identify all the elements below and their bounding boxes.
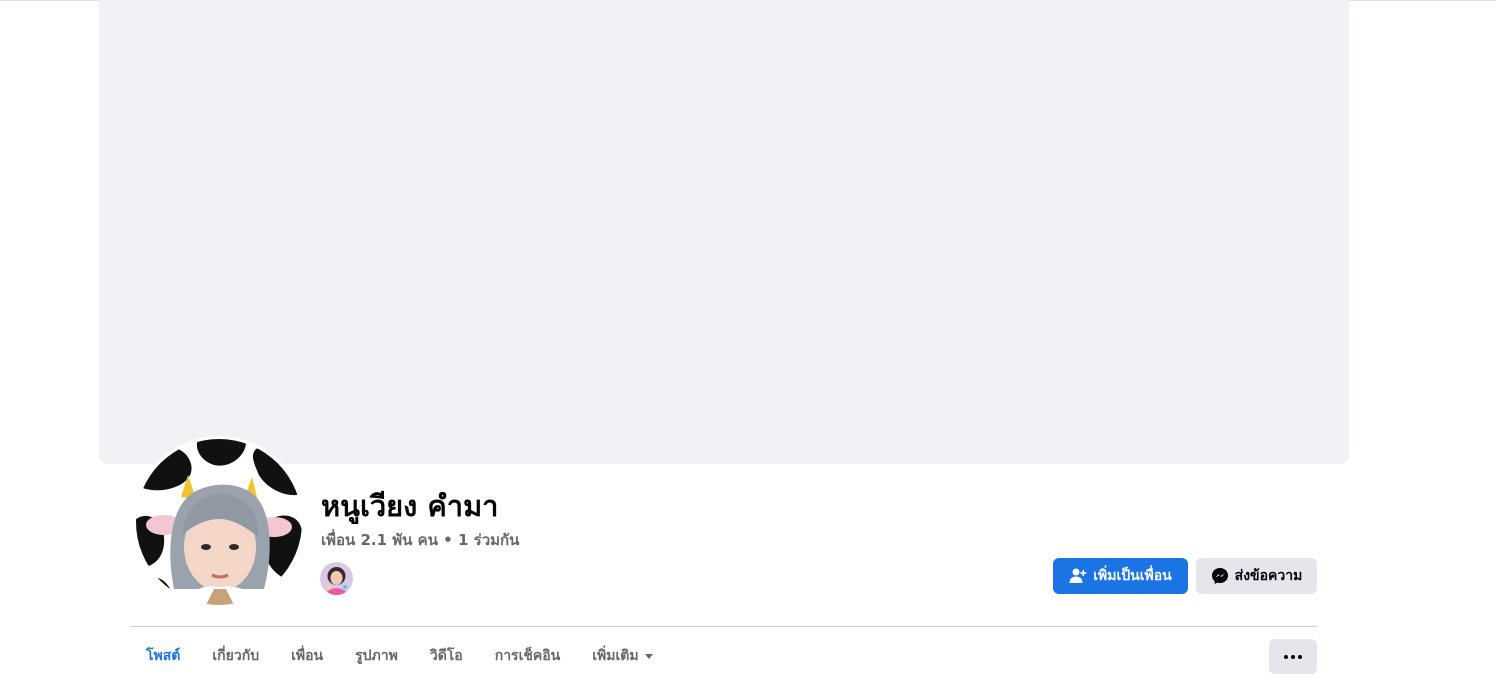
more-options-button[interactable]: [1269, 639, 1317, 674]
person-add-icon: [1069, 567, 1087, 585]
tab-posts[interactable]: โพสต์: [130, 638, 196, 674]
profile-tabs-divider: [130, 626, 1317, 627]
more-dots-icon: [1284, 654, 1302, 659]
add-friend-button[interactable]: เพิ่มเป็นเพื่อน: [1053, 558, 1188, 594]
caret-down-icon: [644, 653, 653, 659]
cover-photo[interactable]: [99, 0, 1349, 464]
tab-about[interactable]: เกี่ยวกับ: [196, 638, 275, 674]
tab-label: วิดีโอ: [429, 648, 463, 664]
send-message-button[interactable]: ส่งข้อความ: [1196, 558, 1317, 594]
mutual-friend-avatar[interactable]: [320, 562, 353, 595]
messenger-icon: [1211, 567, 1229, 585]
profile-tabs: โพสต์ เกี่ยวกับ เพื่อน รูปภาพ วิดีโอ การ…: [130, 638, 669, 674]
friends-count[interactable]: เพื่อน 2.1 พัน คน • 1 ร่วมกัน: [321, 530, 519, 550]
tab-more[interactable]: เพิ่มเติม: [576, 638, 668, 674]
tab-label: การเช็คอิน: [494, 648, 561, 664]
tab-friends[interactable]: เพื่อน: [275, 638, 339, 674]
profile-picture-image: [136, 439, 302, 605]
profile-picture[interactable]: [136, 439, 302, 605]
tab-check-ins[interactable]: การเช็คอิน: [479, 638, 577, 674]
mutual-friend-image: [320, 562, 353, 595]
tab-videos[interactable]: วิดีโอ: [414, 638, 479, 674]
tab-label: เพิ่มเติม: [592, 648, 639, 664]
tab-label: เกี่ยวกับ: [212, 648, 260, 664]
tab-label: เพื่อน: [291, 648, 324, 664]
tab-label: รูปภาพ: [355, 648, 398, 664]
send-message-label: ส่งข้อความ: [1234, 568, 1303, 584]
profile-name: หนูเวียง คำมา: [321, 489, 499, 523]
add-friend-label: เพิ่มเป็นเพื่อน: [1093, 568, 1172, 584]
tab-label: โพสต์: [146, 648, 181, 664]
tab-photos[interactable]: รูปภาพ: [339, 638, 414, 674]
